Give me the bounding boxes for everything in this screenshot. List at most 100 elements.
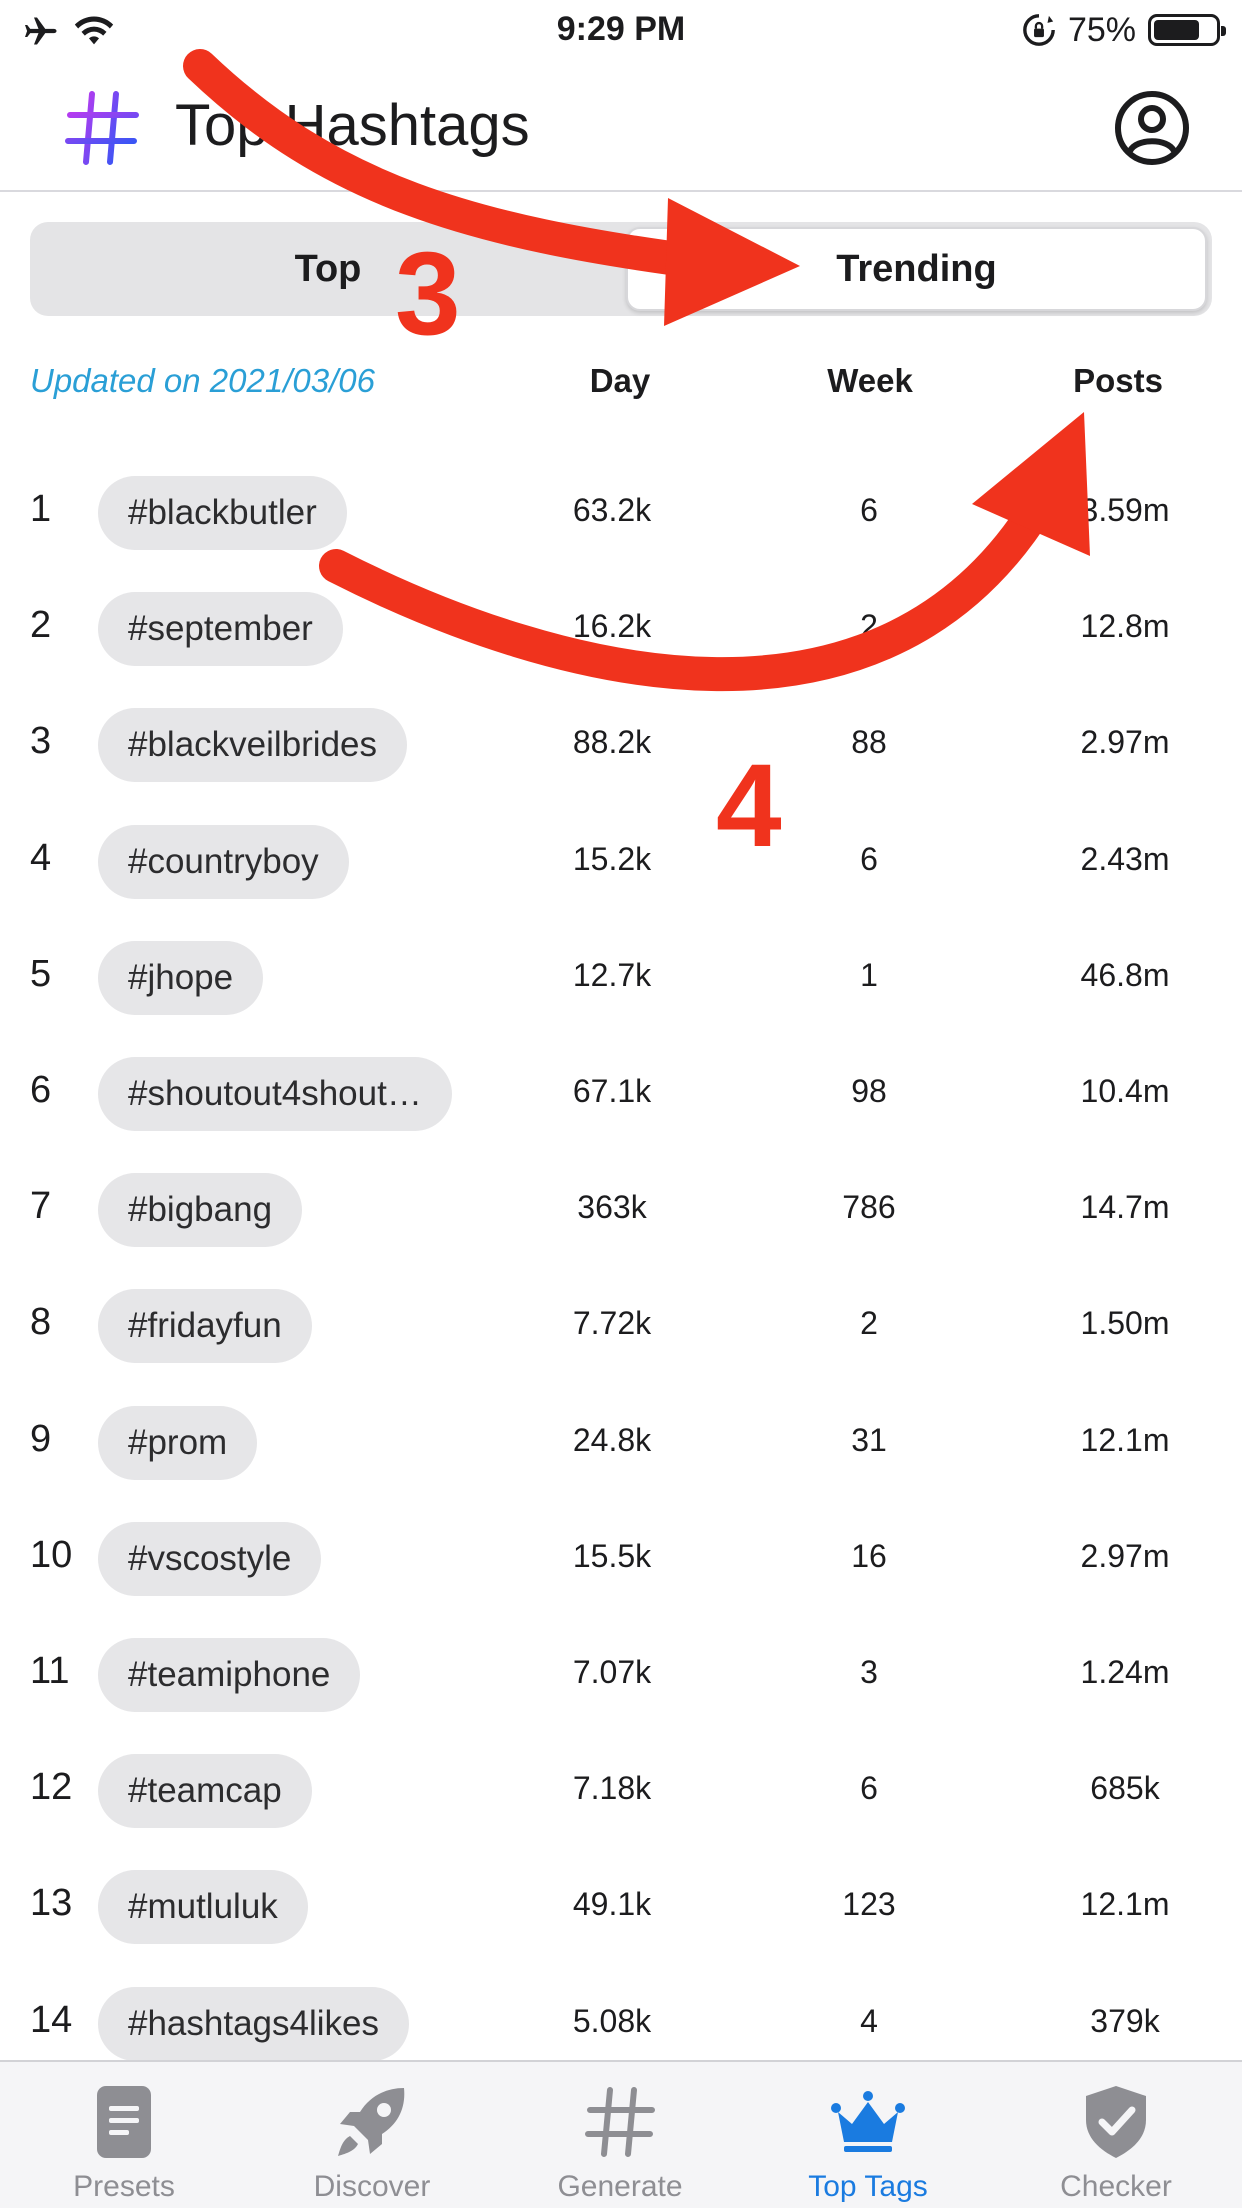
tab-label-checker: Checker	[1060, 2170, 1172, 2203]
status-bar: 9:29 PM 75%	[0, 0, 1242, 62]
table-row[interactable]: 8 #fridayfun 7.72k 2 1.50m	[0, 1281, 1242, 1397]
page-title: Top Hashtags	[175, 93, 530, 158]
day-value: 24.8k	[572, 1421, 652, 1458]
day-value: 63.2k	[572, 492, 652, 528]
hashtag-chip[interactable]: #teamiphone	[98, 1638, 361, 1712]
hashtag-icon	[585, 2087, 655, 2157]
updated-date: Updated on 2021/03/06	[30, 362, 375, 399]
rank-number: 1	[30, 488, 52, 530]
day-value: 15.2k	[572, 840, 652, 877]
day-value: 363k	[577, 1189, 647, 1226]
posts-value: 12.8m	[1080, 608, 1170, 645]
posts-value: 2.43m	[1080, 840, 1170, 877]
rank-number: 4	[30, 836, 52, 879]
hashtag-chip[interactable]: #blackbutler	[98, 476, 347, 550]
week-value: 2	[860, 608, 878, 645]
shield-check-icon	[1086, 2086, 1146, 2158]
segment-trending[interactable]: Trending	[626, 227, 1207, 311]
table-row[interactable]: 3 #blackveilbrides 88.2k 88 2.97m	[0, 700, 1242, 816]
profile-icon[interactable]	[1112, 88, 1192, 168]
hashtag-logo-icon	[65, 91, 139, 165]
table-row[interactable]: 5 #jhope 12.7k 1 46.8m	[0, 933, 1242, 1049]
tab-checker[interactable]: Checker	[992, 2062, 1240, 2208]
week-value: 6	[860, 840, 878, 877]
rank-number: 14	[30, 1998, 73, 2041]
hashtag-chip[interactable]: #bigbang	[98, 1173, 303, 1248]
table-row[interactable]: 1 #blackbutler 63.2k 6 3.59m	[0, 468, 1242, 584]
day-value: 7.18k	[572, 1770, 652, 1807]
posts-value: 685k	[1090, 1770, 1160, 1807]
hashtag-chip[interactable]: #countryboy	[98, 824, 349, 899]
posts-value: 1.24m	[1080, 1654, 1170, 1690]
day-value: 16.2k	[572, 608, 652, 645]
day-value: 7.72k	[572, 1305, 652, 1342]
day-value: 49.1k	[572, 1886, 652, 1923]
table-row[interactable]: 11 #teamiphone 7.07k 3 1.24m	[0, 1630, 1242, 1746]
day-value: 7.07k	[572, 1654, 652, 1690]
hashtag-chip[interactable]: #jhope	[98, 940, 264, 1015]
hashtag-chip[interactable]: #prom	[98, 1405, 258, 1480]
table-row[interactable]: 13 #mutluluk 49.1k 123 12.1m	[0, 1862, 1242, 1978]
annotation-step-3: 3	[395, 228, 461, 360]
rank-number: 2	[30, 604, 52, 647]
table-row[interactable]: 9 #prom 24.8k 31 12.1m	[0, 1398, 1242, 1514]
tab-generate[interactable]: Generate	[496, 2062, 744, 2208]
week-value: 31	[851, 1421, 887, 1458]
hashtag-chip[interactable]: #hashtags4likes	[98, 1986, 409, 2061]
day-value: 67.1k	[572, 1073, 652, 1109]
week-value: 6	[860, 492, 878, 528]
column-header-week[interactable]: Week	[770, 362, 970, 400]
table-row[interactable]: 12 #teamcap 7.18k 6 685k	[0, 1746, 1242, 1862]
day-value: 5.08k	[572, 2002, 652, 2039]
posts-value: 2.97m	[1080, 724, 1170, 761]
hashtag-chip[interactable]: #blackveilbrides	[98, 708, 408, 783]
tab-label-generate: Generate	[557, 2170, 683, 2203]
column-header-posts[interactable]: Posts	[1018, 362, 1218, 400]
presets-icon	[97, 2086, 151, 2158]
table-row[interactable]: 6 #shoutout4shout… 67.1k 98 10.4m	[0, 1049, 1242, 1165]
rank-number: 12	[30, 1766, 73, 1809]
hashtag-chip[interactable]: #september	[98, 592, 343, 667]
table-row[interactable]: 2 #september 16.2k 2 12.8m	[0, 584, 1242, 700]
tab-top-tags[interactable]: Top Tags	[744, 2062, 992, 2208]
day-value: 15.5k	[572, 1537, 652, 1574]
hashtag-chip[interactable]: #teamcap	[98, 1754, 312, 1829]
rotation-lock-icon	[1023, 14, 1055, 46]
table-row[interactable]: 10 #vscostyle 15.5k 16 2.97m	[0, 1514, 1242, 1630]
hashtag-chip[interactable]: #shoutout4shout…	[98, 1057, 452, 1131]
posts-value: 379k	[1090, 2002, 1160, 2039]
rocket-icon	[338, 2088, 405, 2156]
week-value: 98	[851, 1073, 887, 1109]
rank-number: 9	[30, 1417, 52, 1460]
hashtag-chip[interactable]: #fridayfun	[98, 1289, 312, 1364]
tab-bar: Presets Discover Generate Top Tags Check…	[0, 2060, 1242, 2208]
hashtag-chip[interactable]: #vscostyle	[98, 1521, 322, 1596]
posts-value: 12.1m	[1080, 1886, 1170, 1923]
rank-number: 3	[30, 720, 52, 763]
tab-presets[interactable]: Presets	[0, 2062, 248, 2208]
week-value: 6	[860, 1770, 878, 1807]
posts-value: 14.7m	[1080, 1189, 1170, 1226]
table-row[interactable]: 4 #countryboy 15.2k 6 2.43m	[0, 817, 1242, 933]
rank-number: 10	[30, 1533, 73, 1576]
tab-label-discover: Discover	[313, 2170, 431, 2203]
app-header: Top Hashtags	[0, 62, 1242, 192]
posts-value: 2.97m	[1080, 1537, 1170, 1574]
segment-top[interactable]: Top	[35, 227, 621, 311]
status-right: 75%	[1022, 10, 1226, 50]
table-row[interactable]: 7 #bigbang 363k 786 14.7m	[0, 1165, 1242, 1281]
rank-number: 6	[30, 1069, 52, 1111]
posts-value: 46.8m	[1080, 956, 1170, 993]
posts-value: 1.50m	[1080, 1305, 1170, 1342]
rank-number: 7	[30, 1185, 52, 1228]
posts-value: 3.59m	[1080, 492, 1170, 528]
rank-number: 8	[30, 1301, 52, 1344]
crown-icon	[831, 2091, 905, 2152]
posts-value: 10.4m	[1080, 1073, 1170, 1109]
week-value: 88	[851, 724, 887, 761]
column-header-day[interactable]: Day	[520, 362, 720, 400]
tab-label-top-tags: Top Tags	[808, 2170, 928, 2203]
rank-number: 11	[30, 1650, 70, 1692]
tab-discover[interactable]: Discover	[248, 2062, 496, 2208]
hashtag-chip[interactable]: #mutluluk	[98, 1870, 308, 1945]
